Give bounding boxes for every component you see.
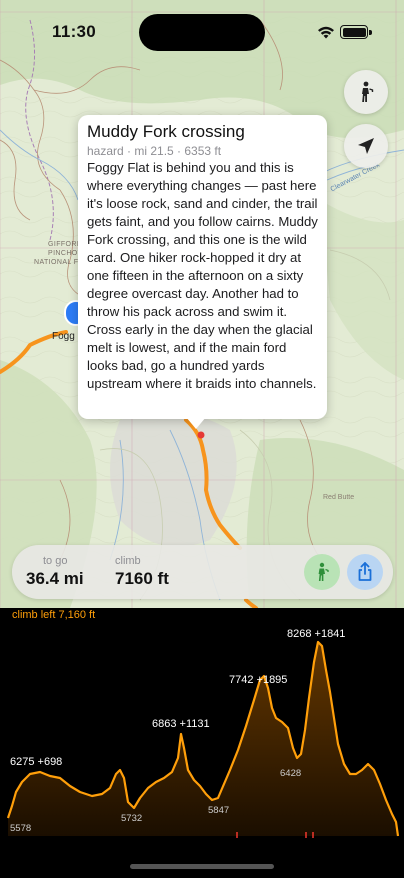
callout-meta: hazard · mi 21.5 · 6353 ft [87, 144, 222, 158]
to-go-value: 36.4 mi [26, 569, 84, 588]
low-label: 6428 [280, 768, 301, 779]
climb-label: climb [115, 555, 141, 567]
wifi-icon [318, 26, 334, 39]
callout-body: Foggy Flat is behind you and this is whe… [87, 160, 318, 391]
hiker-icon [318, 562, 329, 581]
peak-label: 6275 +698 [10, 756, 62, 768]
locate-me-button[interactable] [344, 124, 388, 168]
status-bar: 11:30 [0, 0, 404, 54]
hiker-mode-button[interactable] [344, 70, 388, 114]
to-go-label: to go [43, 555, 68, 567]
elevation-profile[interactable]: 6275 +698 6863 +1131 7742 +1895 8268 +18… [0, 608, 404, 878]
peak-label: 8268 +1841 [287, 628, 345, 640]
peak-label: 6863 +1131 [152, 718, 210, 730]
hiker-icon [362, 81, 374, 102]
callout-pointer [186, 417, 206, 429]
peak-label: Red Butte [323, 494, 355, 501]
status-time: 11:30 [52, 22, 97, 41]
location-arrow-icon [358, 138, 374, 154]
battery-icon [340, 25, 372, 39]
low-label: 5578 [10, 823, 31, 834]
elevation-area [8, 642, 398, 836]
low-label: 5847 [208, 805, 229, 816]
home-indicator[interactable] [130, 864, 274, 869]
share-button[interactable] [347, 554, 383, 590]
hike-button[interactable] [304, 554, 340, 590]
place-label: NATIONAL F [34, 259, 79, 266]
share-icon [358, 562, 372, 581]
peak-label: 7742 +1895 [229, 674, 287, 686]
waypoint-callout[interactable]: Muddy Fork crossing hazard · mi 21.5 · 6… [78, 115, 327, 419]
low-label: 5732 [121, 813, 142, 824]
trip-stats-bar: to go 36.4 mi climb 7160 ft [12, 545, 393, 599]
callout-title: Muddy Fork crossing [87, 122, 245, 141]
climb-value: 7160 ft [115, 569, 169, 588]
dynamic-island [139, 14, 265, 51]
elevation-chart: 6275 +698 6863 +1131 7742 +1895 8268 +18… [6, 628, 400, 838]
climb-left-label: climb left 7,160 ft [12, 609, 96, 621]
current-place-label: Fogg [52, 331, 75, 342]
